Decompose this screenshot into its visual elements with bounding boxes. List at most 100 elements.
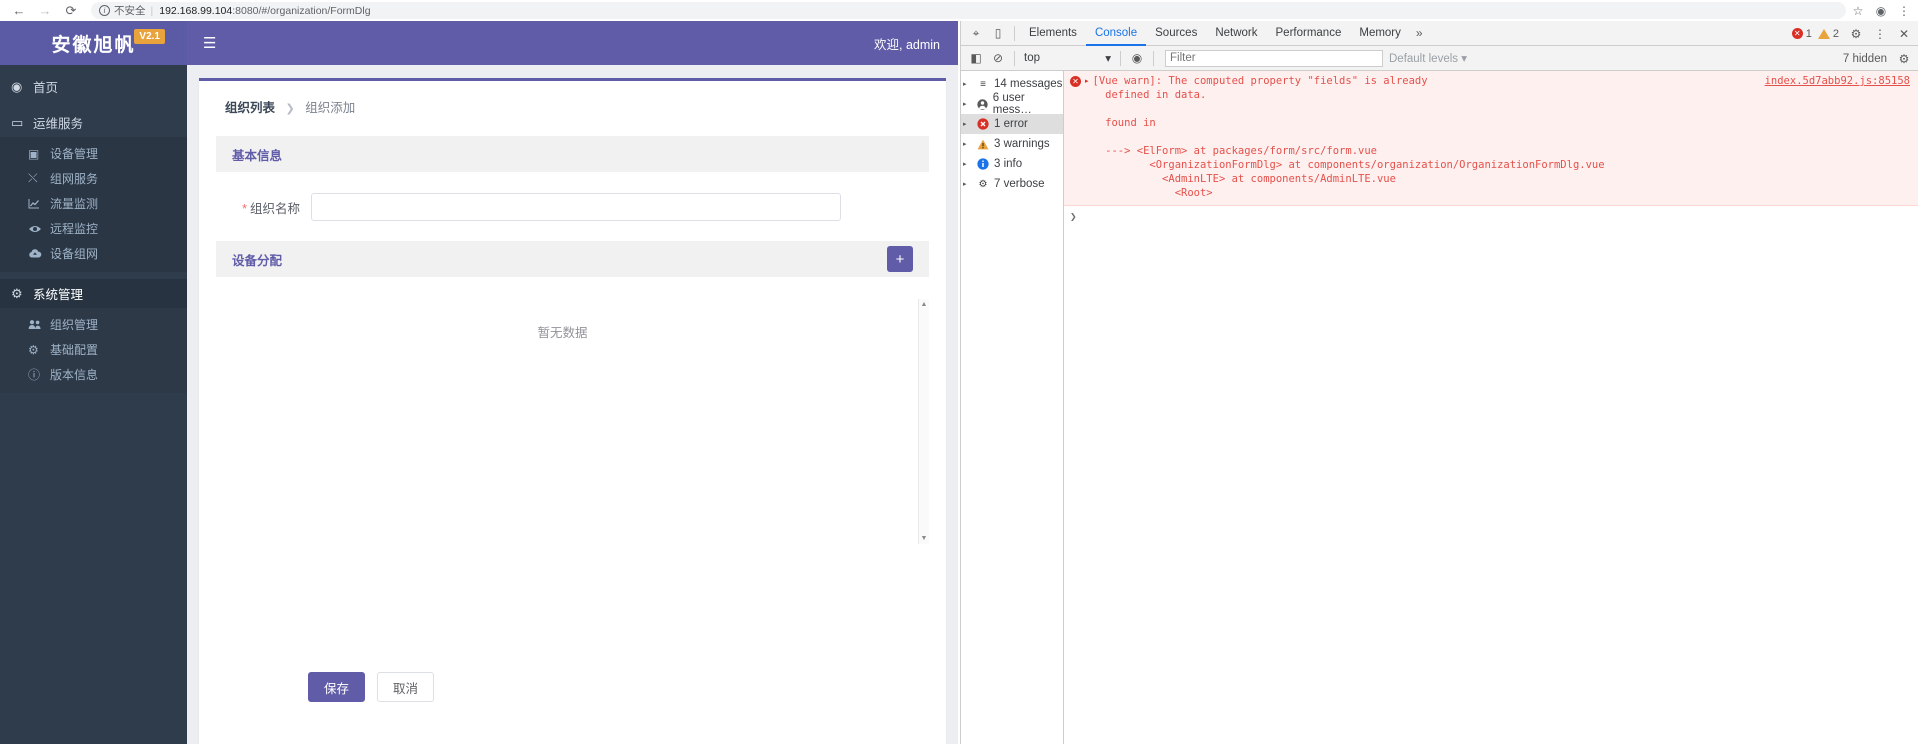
sidebar-item-label: 运维服务 <box>33 117 84 131</box>
console-message-head: ✕ ▸ [Vue warn]: The computed property "f… <box>1070 74 1912 200</box>
error-icon: ✕ <box>1791 28 1803 39</box>
sidebar: 安徽旭帆 V2.1 ◉ 首页 ▭ 运维服务 ▣ 设备管理 ⤬ 组网服务 流量监测… <box>0 21 187 744</box>
expand-triangle-icon[interactable]: ▸ <box>963 100 972 108</box>
log-levels-select[interactable]: Default levels ▾ <box>1389 51 1467 65</box>
sidebar-item-device-manage[interactable]: ▣ 设备管理 <box>0 141 187 166</box>
sidebar-item-home[interactable]: ◉ 首页 <box>0 72 187 101</box>
sidebar-item-network-service[interactable]: ⤬ 组网服务 <box>0 166 187 191</box>
devtools-tabbar: ⌖ ▯ Elements Console Sources Network Per… <box>961 21 1918 46</box>
tab-memory[interactable]: Memory <box>1350 21 1410 46</box>
tab-network[interactable]: Network <box>1206 21 1266 46</box>
sidebar-row-user-messages[interactable]: ▸ 6 user mess… <box>961 92 1063 116</box>
play-box-icon: ▣ <box>28 146 40 161</box>
inspect-element-icon[interactable]: ⌖ <box>965 22 987 44</box>
sidebar-row-label: 1 error <box>994 118 1028 130</box>
devtools-settings-icon[interactable]: ⚙ <box>1845 23 1867 45</box>
device-assign-section-header: 设备分配 + <box>216 241 929 277</box>
sidebar-item-label: 组网服务 <box>50 172 99 186</box>
add-device-button[interactable]: + <box>887 246 913 272</box>
devtools-kebab-icon[interactable]: ⋮ <box>1869 23 1891 45</box>
console-message-source-link[interactable]: index.5d7abb92.js:85158 <box>1765 75 1910 87</box>
dashboard-icon: ◉ <box>11 78 23 94</box>
clear-console-icon[interactable]: ⊘ <box>987 47 1009 69</box>
error-svg <box>977 118 989 130</box>
save-button[interactable]: 保存 <box>308 672 365 702</box>
sidebar-item-version-info[interactable]: ⓘ 版本信息 <box>0 362 187 387</box>
address-bar[interactable]: i 不安全 | 192.168.99.104:8080/#/organizati… <box>91 2 1846 19</box>
expand-triangle-icon[interactable]: ▸ <box>963 160 972 168</box>
execution-context-value: top <box>1024 52 1040 64</box>
forward-icon[interactable]: → <box>33 1 57 20</box>
chevron-right-icon: ❯ <box>285 103 295 115</box>
cancel-button[interactable]: 取消 <box>377 672 434 702</box>
info-icon <box>976 158 990 170</box>
browser-menu-icon[interactable]: ⋮ <box>1894 1 1914 21</box>
console-filter-input[interactable] <box>1165 49 1383 67</box>
cloud-upload-icon <box>28 248 45 259</box>
info-icon[interactable]: i <box>99 5 110 16</box>
sidebar-item-device-network[interactable]: 设备组网 <box>0 241 187 266</box>
filterbar-divider-2 <box>1120 50 1121 66</box>
table-vertical-scrollbar[interactable]: ▲ ▼ <box>918 299 929 544</box>
reload-icon[interactable]: ⟳ <box>59 1 83 20</box>
sidebar-row-label: 7 verbose <box>994 178 1045 190</box>
devtools-panel: ⌖ ▯ Elements Console Sources Network Per… <box>960 21 1918 744</box>
scroll-up-icon[interactable]: ▲ <box>921 301 928 308</box>
warning-count-badge[interactable]: 2 <box>1817 28 1839 40</box>
profile-icon[interactable]: ◉ <box>1871 1 1891 21</box>
sidebar-item-ops-service[interactable]: ▭ 运维服务 <box>0 108 187 137</box>
breadcrumb-org-list[interactable]: 组织列表 <box>225 101 275 115</box>
required-star-icon: * <box>242 201 247 216</box>
console-filterbar-right: 7 hidden ⚙ <box>1843 46 1915 71</box>
expand-triangle-icon[interactable]: ▸ <box>963 80 972 88</box>
expand-triangle-icon[interactable]: ▸ <box>963 120 972 128</box>
sidebar-row-verbose[interactable]: ▸ ⚙ 7 verbose <box>961 174 1063 194</box>
back-icon[interactable]: ← <box>7 1 31 20</box>
tab-console[interactable]: Console <box>1086 21 1146 46</box>
gear-icon: ⚙ <box>28 342 39 357</box>
tab-elements[interactable]: Elements <box>1020 21 1086 46</box>
org-name-label: * 组织名称 <box>216 198 311 217</box>
sidebar-item-basic-config[interactable]: ⚙ 基础配置 <box>0 337 187 362</box>
sidebar-group-system: ⚙ 系统管理 组织管理 ⚙ 基础配置 ⓘ 版本信息 <box>0 279 187 393</box>
bookmark-star-icon[interactable]: ☆ <box>1848 1 1868 21</box>
expand-triangle-icon[interactable]: ▸ <box>1085 77 1089 85</box>
org-name-input[interactable] <box>311 193 841 221</box>
sidebar-row-messages[interactable]: ▸ ≡ 14 messages <box>961 74 1063 94</box>
sidebar-item-label: 设备管理 <box>50 147 99 161</box>
expand-triangle-icon[interactable]: ▸ <box>963 180 972 188</box>
prompt-caret-icon: ❯ <box>1070 210 1077 223</box>
console-settings-gear-icon[interactable]: ⚙ <box>1893 48 1915 70</box>
chart-line-icon <box>28 198 45 209</box>
live-expression-eye-icon[interactable]: ◉ <box>1126 47 1148 69</box>
console-sidebar-toggle-icon[interactable]: ◧ <box>965 47 987 69</box>
version-badge: V2.1 <box>134 29 165 44</box>
tab-sources[interactable]: Sources <box>1146 21 1206 46</box>
scroll-down-icon[interactable]: ▼ <box>921 535 928 542</box>
hamburger-icon[interactable]: ☰ <box>187 36 216 51</box>
device-toolbar-icon[interactable]: ▯ <box>987 22 1009 44</box>
tab-performance[interactable]: Performance <box>1267 21 1351 46</box>
sidebar-item-traffic-monitor[interactable]: 流量监测 <box>0 191 187 216</box>
info-circle-icon: ⓘ <box>28 368 41 382</box>
execution-context-select[interactable]: top ▾ <box>1020 51 1115 65</box>
error-count-badge[interactable]: ✕ 1 <box>1791 28 1812 40</box>
console-error-message[interactable]: ✕ ▸ [Vue warn]: The computed property "f… <box>1064 71 1918 206</box>
sidebar-row-errors[interactable]: ▸ 1 error <box>961 114 1063 134</box>
sidebar-submenu-system: 组织管理 ⚙ 基础配置 ⓘ 版本信息 <box>0 308 187 393</box>
sidebar-item-system-manage[interactable]: ⚙ 系统管理 <box>0 279 187 308</box>
brand-name: 安徽旭帆 <box>51 34 136 56</box>
sidebar-row-warnings[interactable]: ▸ 3 warnings <box>961 134 1063 154</box>
sidebar-item-label: 组织管理 <box>50 318 99 332</box>
expand-triangle-icon[interactable]: ▸ <box>963 140 972 148</box>
sidebar-item-remote-monitor[interactable]: 远程监控 <box>0 216 187 241</box>
empty-data-text: 暂无数据 <box>537 326 588 340</box>
sidebar-item-org-manage[interactable]: 组织管理 <box>0 312 187 337</box>
sidebar-item-label: 流量监测 <box>50 197 99 211</box>
web-app-viewport: 安徽旭帆 V2.1 ◉ 首页 ▭ 运维服务 ▣ 设备管理 ⤬ 组网服务 流量监测… <box>0 21 958 744</box>
sidebar-row-info[interactable]: ▸ 3 info <box>961 154 1063 174</box>
more-tabs-icon[interactable]: » <box>1410 26 1429 40</box>
devtools-close-icon[interactable]: ✕ <box>1893 23 1915 45</box>
console-prompt[interactable]: ❯ <box>1064 206 1918 227</box>
sidebar-item-label: 设备组网 <box>50 247 99 261</box>
